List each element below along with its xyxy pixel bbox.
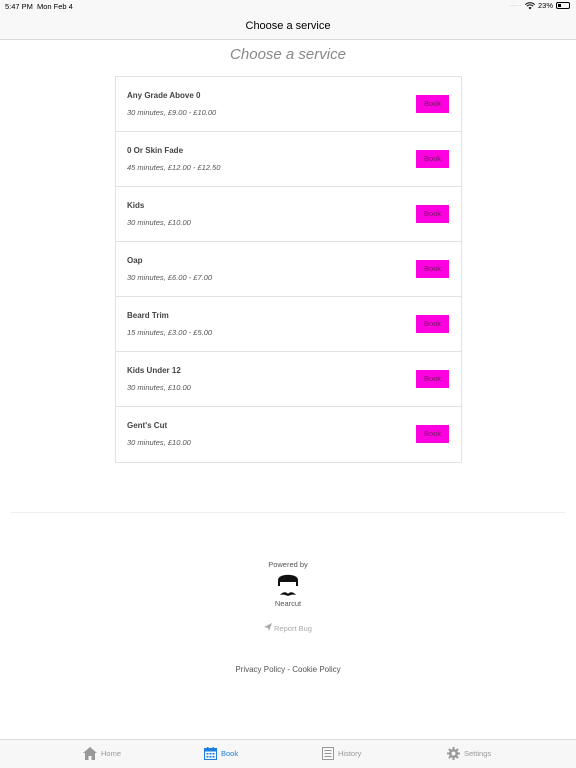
book-button[interactable]: Book	[416, 315, 449, 333]
service-name: Gent's Cut	[127, 421, 168, 430]
service-item: Gent's Cut 30 minutes, £10.00 Book	[116, 407, 461, 462]
report-bug-label: Report Bug	[274, 624, 312, 633]
service-name: Oap	[127, 256, 143, 265]
book-button[interactable]: Book	[416, 95, 449, 113]
service-item: Any Grade Above 0 30 minutes, £9.00 - £1…	[116, 77, 461, 132]
brand-name: Nearcut	[274, 599, 302, 608]
page-heading: Choose a service	[230, 46, 346, 63]
book-button[interactable]: Book	[416, 425, 449, 443]
tab-book[interactable]: Book	[204, 747, 238, 760]
tab-book-label: Book	[221, 749, 239, 758]
wifi-icon	[524, 1, 535, 9]
report-bug-link[interactable]: Report Bug	[0, 623, 576, 633]
signal-dots-icon: ·····	[509, 2, 522, 9]
status-date: Mon Feb 4	[37, 2, 73, 11]
service-list: Any Grade Above 0 30 minutes, £9.00 - £1…	[115, 76, 462, 463]
service-name: Any Grade Above 0	[127, 91, 201, 100]
service-detail: 30 minutes, £6.00 - £7.00	[127, 273, 213, 282]
privacy-policy-link[interactable]: Privacy Policy	[235, 665, 285, 674]
service-item: 0 Or Skin Fade 45 minutes, £12.00 - £12.…	[116, 132, 461, 187]
cookie-policy-link[interactable]: Cookie Policy	[292, 665, 340, 674]
tab-settings-label: Settings	[464, 749, 492, 758]
service-detail: 30 minutes, £10.00	[127, 218, 191, 227]
service-name: 0 Or Skin Fade	[127, 146, 184, 155]
battery-percent: 23%	[537, 1, 553, 10]
powered-by-label: Powered by	[268, 560, 308, 569]
footer-divider	[11, 512, 565, 513]
book-button[interactable]: Book	[416, 370, 449, 388]
home-icon	[83, 747, 97, 760]
book-button[interactable]: Book	[416, 150, 449, 168]
book-button[interactable]: Book	[416, 205, 449, 223]
service-item: Kids Under 12 30 minutes, £10.00 Book	[116, 352, 461, 407]
service-name: Kids	[127, 201, 145, 210]
tab-settings[interactable]: Settings	[447, 747, 491, 760]
status-bar: 5:47 PM Mon Feb 4 ····· 23%	[0, 0, 576, 12]
service-detail: 45 minutes, £12.00 - £12.50	[127, 163, 221, 172]
book-button[interactable]: Book	[416, 260, 449, 278]
tab-history-label: History	[338, 749, 362, 758]
tab-bar: Home Book History Settings	[0, 739, 576, 768]
service-name: Kids Under 12	[127, 366, 181, 375]
service-name: Beard Trim	[127, 311, 169, 320]
service-detail: 30 minutes, £9.00 - £10.00	[127, 108, 217, 117]
battery-icon	[556, 2, 570, 9]
service-detail: 30 minutes, £10.00	[127, 383, 191, 392]
status-right: ····· 23%	[509, 1, 570, 10]
status-time: 5:47 PM	[5, 2, 33, 11]
history-list-icon	[322, 747, 334, 760]
send-icon	[264, 623, 273, 631]
tab-history[interactable]: History	[322, 747, 361, 760]
nav-title: Choose a service	[245, 20, 331, 32]
navigation-bar: Choose a service	[0, 12, 576, 40]
service-item: Oap 30 minutes, £6.00 - £7.00 Book	[116, 242, 461, 297]
tab-home-label: Home	[101, 749, 122, 758]
service-item: Beard Trim 15 minutes, £3.00 - £5.00 Boo…	[116, 297, 461, 352]
nearcut-logo-icon	[278, 574, 298, 596]
service-detail: 30 minutes, £10.00	[127, 438, 191, 447]
service-detail: 15 minutes, £3.00 - £5.00	[127, 328, 213, 337]
service-item: Kids 30 minutes, £10.00 Book	[116, 187, 461, 242]
calendar-icon	[204, 747, 217, 760]
policy-links: Privacy Policy - Cookie Policy	[0, 665, 576, 674]
tab-home[interactable]: Home	[83, 747, 121, 760]
gear-icon	[447, 747, 460, 760]
